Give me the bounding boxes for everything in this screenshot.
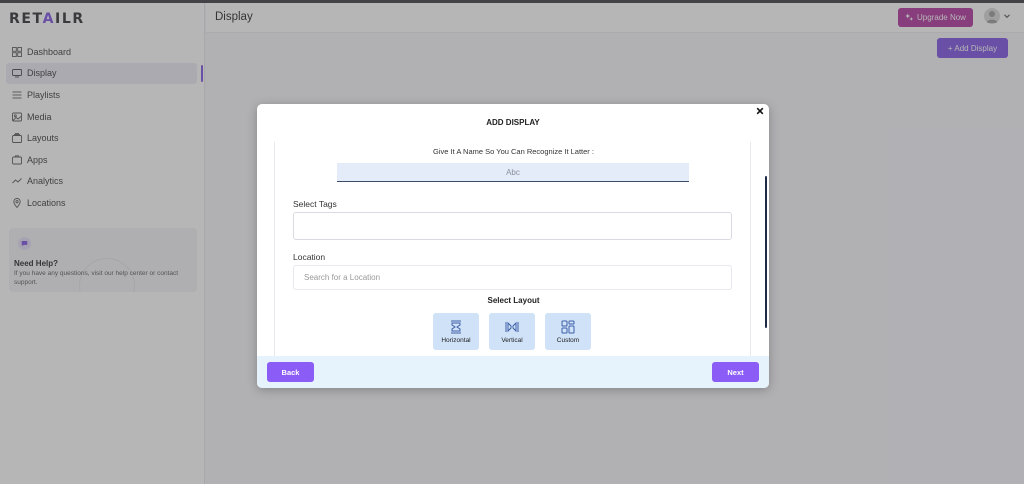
display-name-input[interactable] xyxy=(337,163,689,182)
location-label: Location xyxy=(293,252,326,262)
modal-footer: Back Next xyxy=(257,356,769,388)
custom-layout-icon xyxy=(561,320,575,333)
modal-scrollbar[interactable] xyxy=(765,176,767,328)
modal-body: Give It A Name So You Can Recognize It L… xyxy=(274,142,751,356)
tags-label: Select Tags xyxy=(293,199,337,209)
location-search-input[interactable] xyxy=(293,265,732,290)
tags-select[interactable] xyxy=(293,212,732,240)
layout-option-label: Horizontal xyxy=(441,336,471,344)
layout-option-custom[interactable]: Custom xyxy=(545,313,591,350)
horizontal-layout-icon xyxy=(451,320,461,333)
layout-option-label: Custom xyxy=(556,336,580,344)
layout-option-label: Vertical xyxy=(501,336,523,344)
layout-label: Select Layout xyxy=(487,296,540,305)
vertical-layout-icon xyxy=(505,321,519,332)
next-button[interactable]: Next xyxy=(712,362,759,382)
layout-option-horizontal[interactable]: Horizontal xyxy=(433,313,479,350)
layout-option-vertical[interactable]: Vertical xyxy=(489,313,535,350)
back-button[interactable]: Back xyxy=(267,362,314,382)
modal-title: ADD DISPLAY xyxy=(486,118,540,127)
name-prompt: Give It A Name So You Can Recognize It L… xyxy=(433,147,594,156)
close-icon[interactable] xyxy=(756,107,764,115)
add-display-modal: ADD DISPLAY Give It A Name So You Can Re… xyxy=(257,104,769,388)
